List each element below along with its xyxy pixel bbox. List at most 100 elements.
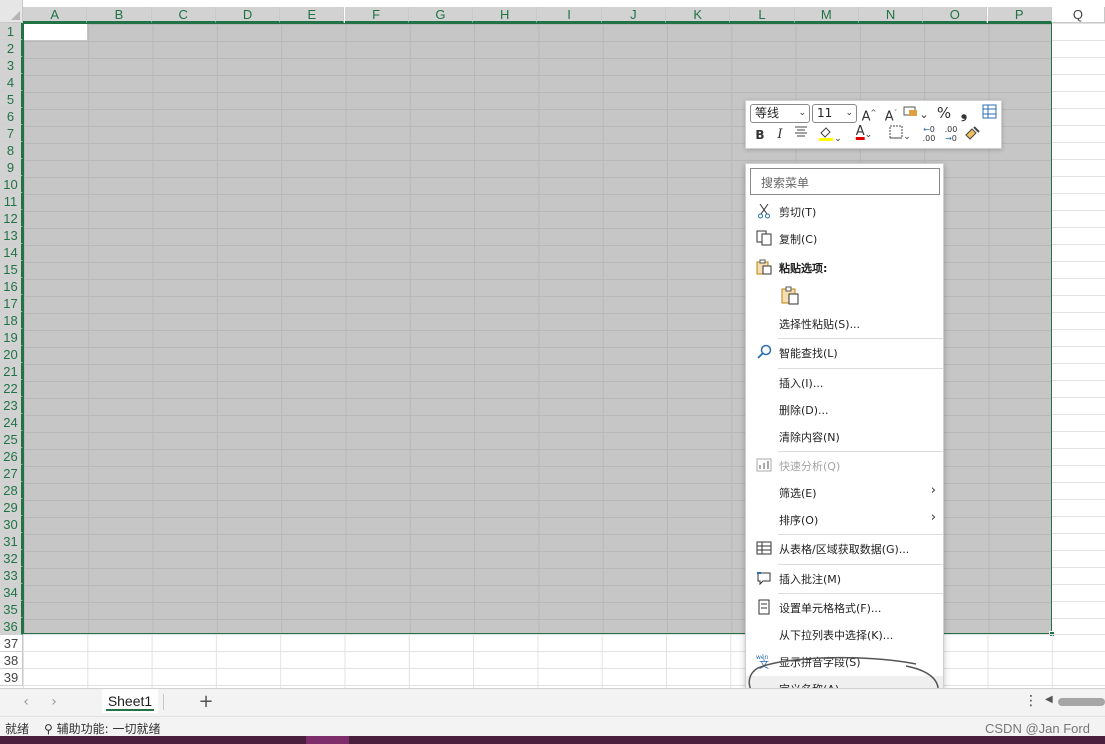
menu-item-14[interactable]: 从下拉列表中选择(K)... xyxy=(746,622,943,647)
format-table-button[interactable] xyxy=(981,104,997,122)
row-header-30[interactable]: 30 xyxy=(0,516,23,533)
column-header-d[interactable]: D xyxy=(215,7,281,23)
row-header-38[interactable]: 38 xyxy=(0,652,23,669)
scroll-left-icon[interactable]: ◀ xyxy=(1045,694,1053,705)
row-header-34[interactable]: 34 xyxy=(0,584,23,601)
sheet-tab-sheet1[interactable]: Sheet1 xyxy=(102,689,158,713)
next-sheet-icon[interactable]: › xyxy=(46,694,62,710)
row-header-11[interactable]: 11 xyxy=(0,193,23,210)
row-header-3[interactable]: 3 xyxy=(0,57,23,74)
format-painter-button[interactable] xyxy=(964,125,980,143)
menu-item-15[interactable]: wén 文显示拼音字段(S) xyxy=(746,649,943,674)
percent-style-button[interactable]: % xyxy=(936,104,952,122)
column-header-p[interactable]: P xyxy=(987,7,1052,23)
row-header-35[interactable]: 35 xyxy=(0,601,23,618)
column-q-cells[interactable] xyxy=(1052,23,1105,634)
center-align-button[interactable] xyxy=(793,126,809,144)
bold-button[interactable]: B xyxy=(753,126,767,144)
menu-item-5[interactable]: 插入(I)... xyxy=(746,370,943,395)
paste-option-button[interactable] xyxy=(776,282,806,307)
row-header-19[interactable]: 19 xyxy=(0,329,23,346)
row-header-31[interactable]: 31 xyxy=(0,533,23,550)
font-size-select[interactable]: 11 ⌄ xyxy=(812,104,857,123)
column-header-n[interactable]: N xyxy=(858,7,924,23)
menu-item-3[interactable]: 选择性粘贴(S)... xyxy=(746,311,943,336)
menu-item-2[interactable]: 粘贴选项: xyxy=(746,255,943,280)
column-header-q[interactable]: Q xyxy=(1051,7,1105,23)
borders-button[interactable]: ⌄ xyxy=(886,125,914,143)
active-cell-a1[interactable] xyxy=(24,24,87,40)
column-header-e[interactable]: E xyxy=(280,7,345,23)
prev-sheet-icon[interactable]: ‹ xyxy=(18,694,34,710)
column-header-i[interactable]: I xyxy=(537,7,602,23)
row-header-13[interactable]: 13 xyxy=(0,227,23,244)
menu-search-input[interactable]: 搜索菜单 xyxy=(750,168,940,195)
row-header-5[interactable]: 5 xyxy=(0,91,23,108)
row-header-18[interactable]: 18 xyxy=(0,312,23,329)
row-header-32[interactable]: 32 xyxy=(0,550,23,567)
row-header-15[interactable]: 15 xyxy=(0,261,23,278)
row-header-39[interactable]: 39 xyxy=(0,669,23,686)
italic-button[interactable]: I xyxy=(773,126,787,144)
row-header-23[interactable]: 23 xyxy=(0,397,23,414)
row-header-7[interactable]: 7 xyxy=(0,125,23,142)
column-header-f[interactable]: F xyxy=(344,7,409,23)
row-header-28[interactable]: 28 xyxy=(0,482,23,499)
grow-font-button[interactable]: A^ xyxy=(861,104,877,124)
menu-item-6[interactable]: 删除(D)... xyxy=(746,397,943,422)
add-sheet-button[interactable]: + xyxy=(196,692,216,712)
font-color-button[interactable]: A⌄ xyxy=(850,124,878,143)
row-header-16[interactable]: 16 xyxy=(0,278,23,295)
column-header-c[interactable]: C xyxy=(151,7,216,23)
row-header-24[interactable]: 24 xyxy=(0,414,23,431)
row-header-33[interactable]: 33 xyxy=(0,567,23,584)
menu-item-1[interactable]: 复制(C) xyxy=(746,226,943,251)
row-header-29[interactable]: 29 xyxy=(0,499,23,516)
row-header-4[interactable]: 4 xyxy=(0,74,23,91)
column-header-g[interactable]: G xyxy=(408,7,474,23)
row-header-6[interactable]: 6 xyxy=(0,108,23,125)
menu-item-11[interactable]: 从表格/区域获取数据(G)... xyxy=(746,536,943,561)
column-header-o[interactable]: O xyxy=(923,7,988,23)
menu-item-4[interactable]: 智能查找(L) xyxy=(746,340,943,365)
shrink-font-button[interactable]: Aˇ xyxy=(883,104,899,124)
row-header-17[interactable]: 17 xyxy=(0,295,23,312)
row-header-2[interactable]: 2 xyxy=(0,40,23,57)
decrease-decimal-button[interactable]: .00 →0 xyxy=(942,125,960,143)
number-format-button[interactable]: ⌄ xyxy=(903,104,929,122)
menu-item-7[interactable]: 清除内容(N) xyxy=(746,424,943,449)
comma-style-button[interactable]: ❟ xyxy=(958,104,970,122)
column-header-b[interactable]: B xyxy=(87,7,152,23)
row-header-22[interactable]: 22 xyxy=(0,380,23,397)
row-header-10[interactable]: 10 xyxy=(0,176,23,193)
column-header-a[interactable]: A xyxy=(23,7,88,23)
row-header-9[interactable]: 9 xyxy=(0,159,23,176)
more-options-icon[interactable]: ⋮ xyxy=(1024,693,1038,711)
row-header-14[interactable]: 14 xyxy=(0,244,23,261)
row-header-36[interactable]: 36 xyxy=(0,618,23,635)
row-header-1[interactable]: 1 xyxy=(0,23,23,40)
horizontal-scrollbar-thumb[interactable] xyxy=(1058,698,1105,706)
row-header-25[interactable]: 25 xyxy=(0,431,23,448)
menu-item-12[interactable]: 插入批注(M) xyxy=(746,566,943,591)
row-header-26[interactable]: 26 xyxy=(0,448,23,465)
select-all-corner[interactable] xyxy=(0,0,23,23)
fill-color-button[interactable]: ⌄ xyxy=(816,125,844,144)
increase-decimal-button[interactable]: ←0.00 xyxy=(920,125,938,143)
row-header-27[interactable]: 27 xyxy=(0,465,23,482)
column-header-j[interactable]: J xyxy=(601,7,666,23)
column-header-k[interactable]: K xyxy=(666,7,731,23)
row-header-20[interactable]: 20 xyxy=(0,346,23,363)
menu-item-0[interactable]: 剪切(T) xyxy=(746,199,943,224)
row-header-21[interactable]: 21 xyxy=(0,363,23,380)
menu-item-10[interactable]: 排序(O) › xyxy=(746,507,943,532)
font-name-select[interactable]: 等线 ⌄ xyxy=(750,104,810,123)
row-header-12[interactable]: 12 xyxy=(0,210,23,227)
column-header-h[interactable]: H xyxy=(473,7,538,23)
menu-item-9[interactable]: 筛选(E) › xyxy=(746,480,943,505)
row-header-37[interactable]: 37 xyxy=(0,635,23,652)
menu-item-13[interactable]: 设置单元格格式(F)... xyxy=(746,595,943,620)
column-header-m[interactable]: M xyxy=(794,7,859,23)
row-header-8[interactable]: 8 xyxy=(0,142,23,159)
column-header-l[interactable]: L xyxy=(730,7,795,23)
